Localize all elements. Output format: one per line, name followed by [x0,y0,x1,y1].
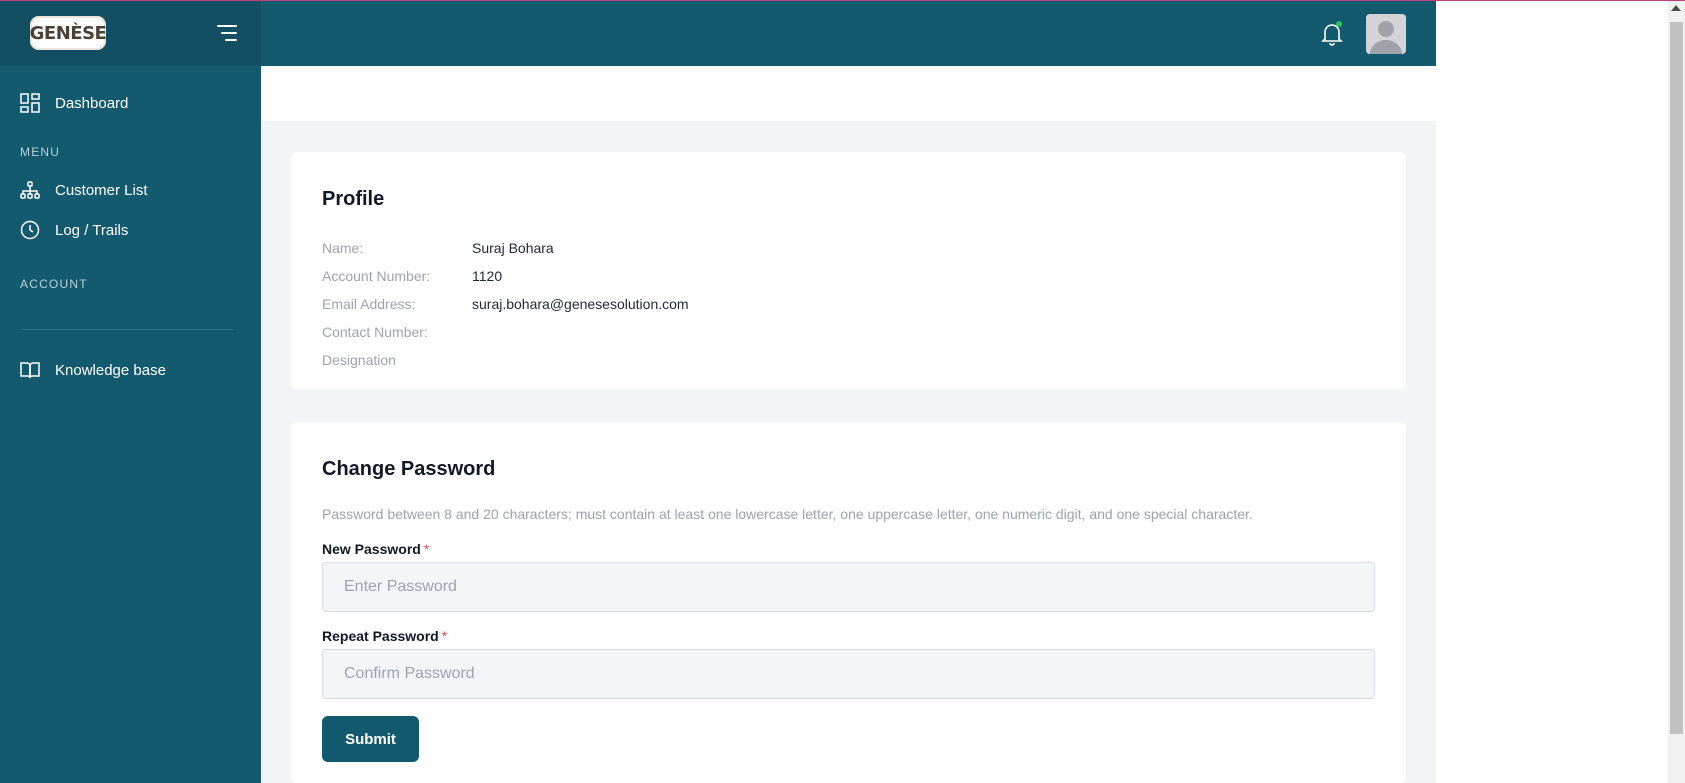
menu-section-heading: MENU [20,145,61,159]
top-header [261,0,1436,66]
sidebar-item-label: Dashboard [55,94,129,112]
change-password-title: Change Password [322,458,496,480]
notification-bell-icon[interactable] [1321,21,1343,46]
brand-logo[interactable]: GENÈSE [30,16,107,50]
sidebar-item-log-trails[interactable]: Log / Trails [0,210,261,250]
profile-row-name: Name: Suraj Bohara [322,240,554,256]
blank-margin [1436,0,1668,783]
profile-value: Suraj Bohara [472,240,554,256]
clock-icon [20,220,40,240]
repeat-password-input[interactable] [322,649,1375,699]
sitemap-icon [20,180,40,200]
password-hint: Password between 8 and 20 characters; mu… [322,506,1253,522]
profile-label: Name: [322,240,364,256]
window-top-border [0,0,1685,1]
sidebar-item-customer-list[interactable]: Customer List [0,170,261,210]
profile-label: Account Number: [322,268,431,284]
scroll-up-arrow-icon[interactable] [1671,5,1681,11]
change-password-card: Change Password Password between 8 and 2… [291,422,1406,783]
menu-toggle-icon[interactable] [215,25,237,41]
new-password-input[interactable] [322,562,1375,612]
profile-card: Profile Name: Suraj Bohara Account Numbe… [291,152,1406,389]
profile-label: Email Address: [322,296,416,312]
user-avatar[interactable] [1366,14,1406,54]
profile-value: 1120 [472,268,503,284]
sidebar-item-label: Knowledge base [55,361,166,379]
sidebar: GENÈSE Dashboard MENU Customer List Log … [0,0,261,783]
profile-row-designation: Designation [322,352,472,368]
profile-row-contact: Contact Number: [322,324,472,340]
profile-value: suraj.bohara@genesesolution.com [472,296,689,312]
new-password-label: New Password * [322,541,430,557]
sidebar-item-label: Customer List [55,181,148,199]
profile-row-email: Email Address: suraj.bohara@genesesoluti… [322,296,689,312]
scrollbar-thumb[interactable] [1670,22,1683,734]
page-subheader [261,66,1436,121]
profile-row-account-number: Account Number: 1120 [322,268,502,284]
sidebar-item-label: Log / Trails [55,221,129,239]
repeat-password-label: Repeat Password * [322,628,448,644]
sidebar-item-knowledge-base[interactable]: Knowledge base [0,350,261,390]
sidebar-item-dashboard[interactable]: Dashboard [0,83,261,123]
book-icon [20,360,40,380]
submit-button[interactable]: Submit [322,716,419,762]
required-mark: * [423,541,430,557]
profile-label: Designation [322,352,396,368]
profile-label: Contact Number: [322,324,428,340]
notification-dot [1336,21,1342,27]
dashboard-grid-icon [20,93,40,113]
profile-title: Profile [322,188,385,210]
sidebar-brand-bar: GENÈSE [0,0,261,66]
account-section-heading: ACCOUNT [20,277,88,291]
required-mark: * [441,628,448,644]
